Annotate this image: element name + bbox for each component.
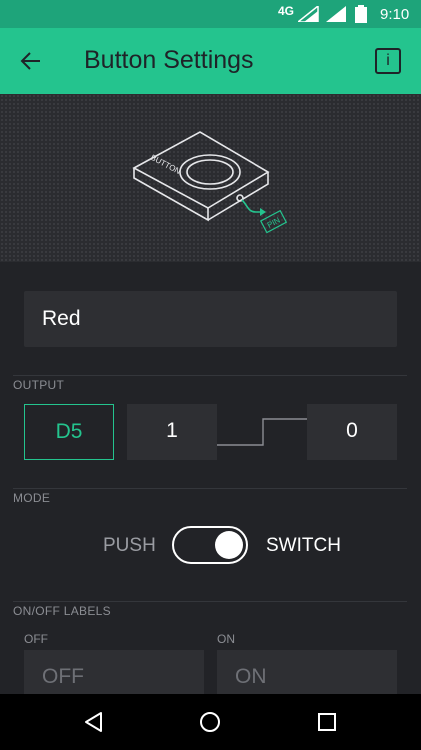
recents-icon[interactable] [315,710,339,734]
device-label: BUTTON [149,153,182,176]
button-device-icon: BUTTON PIN [132,131,288,234]
off-label-caption: OFF [24,632,48,646]
system-nav-bar [0,694,421,750]
clock: 9:10 [380,6,410,23]
mode-toggle[interactable] [172,526,248,564]
back-arrow-icon[interactable] [18,48,44,74]
back-icon[interactable] [82,710,106,734]
labels-section-label: ON/OFF LABELS [13,604,111,618]
divider [13,601,407,602]
mode-section-label: MODE [13,491,51,505]
divider [13,375,407,376]
home-icon[interactable] [198,710,222,734]
output-wave-icon [217,418,309,446]
signal-icon [298,6,319,22]
on-label-caption: ON [217,632,235,646]
info-button[interactable]: i [375,48,401,74]
output-section-label: OUTPUT [13,378,65,392]
high-value-input[interactable]: 1 [127,404,217,460]
low-value-input[interactable]: 0 [307,404,397,460]
push-mode-label[interactable]: PUSH [103,535,156,557]
page-title: Button Settings [84,46,254,74]
app-bar: Button Settings i [0,28,421,94]
toggle-knob [215,531,243,559]
pin-selector[interactable]: D5 [24,404,114,460]
signal-icon [326,6,346,22]
screen: 4G 9:10 Button Settings i BUTTON PIN Red… [0,0,421,750]
battery-icon [355,5,367,23]
switch-mode-label[interactable]: SWITCH [266,535,341,557]
widget-illustration: BUTTON PIN [0,94,421,262]
widget-name-input[interactable]: Red [24,291,397,347]
status-bar: 4G 9:10 [0,0,421,28]
divider [13,488,407,489]
network-type: 4G [278,4,295,18]
